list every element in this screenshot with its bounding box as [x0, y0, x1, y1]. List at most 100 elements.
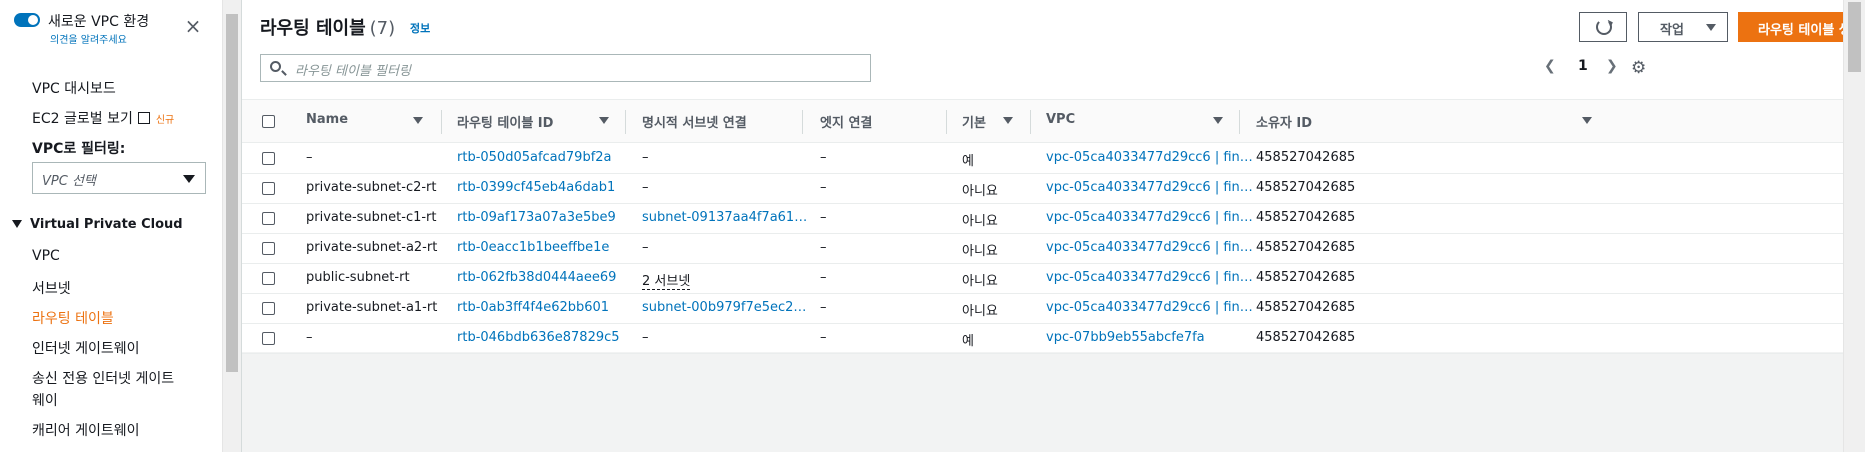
- cell-route-table-id[interactable]: rtb-0eacc1b1beeffbe1e: [457, 240, 609, 255]
- new-vpc-label: 새로운 VPC 환경: [48, 14, 150, 30]
- cell-route-table-id[interactable]: rtb-050d05afcad79bf2a: [457, 150, 612, 165]
- row-checkbox[interactable]: [262, 272, 275, 285]
- column-separator[interactable]: [802, 110, 803, 134]
- main-scrollbar[interactable]: [1843, 0, 1865, 452]
- cell-vpc[interactable]: vpc-05ca4033477d29cc6 | fin…: [1046, 150, 1253, 165]
- close-icon[interactable]: ×: [184, 16, 202, 36]
- row-checkbox[interactable]: [262, 182, 275, 195]
- sidebar-item-ec2-global[interactable]: EC2 글로벌 보기 신규: [32, 108, 174, 128]
- row-checkbox[interactable]: [262, 152, 275, 165]
- row-checkbox[interactable]: [262, 212, 275, 225]
- column-separator[interactable]: [441, 110, 442, 134]
- cell-vpc[interactable]: vpc-05ca4033477d29cc6 | fin…: [1046, 210, 1253, 225]
- caret-down-icon: [12, 220, 22, 228]
- scrollbar-thumb[interactable]: [226, 14, 238, 372]
- column-separator[interactable]: [625, 110, 626, 134]
- cell-vpc[interactable]: vpc-05ca4033477d29cc6 | fin…: [1046, 240, 1253, 255]
- sidebar-item-egress-only-gateways-cont[interactable]: 웨이: [32, 390, 58, 410]
- cell-route-table-id[interactable]: rtb-09af173a07a3e5be9: [457, 210, 616, 225]
- sidebar-item-internet-gateways[interactable]: 인터넷 게이트웨이: [32, 338, 140, 358]
- vpc-filter-label: VPC로 필터링:: [32, 141, 126, 157]
- cell-owner-id: 458527042685: [1256, 180, 1356, 195]
- cell-edge: –: [820, 180, 827, 195]
- cell-owner-id: 458527042685: [1256, 300, 1356, 315]
- table-row[interactable]: private-subnet-a1-rt rtb-0ab3ff4f4e62bb6…: [242, 294, 1843, 324]
- pagination-prev-icon[interactable]: ❮: [1544, 58, 1556, 74]
- cell-subnet-popover[interactable]: 2 서브넷: [642, 270, 691, 290]
- caret-down-icon: [183, 175, 195, 183]
- pagination-next-icon[interactable]: ❯: [1606, 58, 1618, 74]
- sidebar-item-vpc-dashboard[interactable]: VPC 대시보드: [32, 78, 116, 98]
- caret-down-icon: [1706, 24, 1716, 31]
- column-name[interactable]: Name: [306, 112, 348, 127]
- cell-owner-id: 458527042685: [1256, 240, 1356, 255]
- cell-route-table-id[interactable]: rtb-046bdb636e87829c5: [457, 330, 620, 345]
- sidebar-item-label: EC2 글로벌 보기: [32, 111, 133, 127]
- sort-icon[interactable]: [413, 117, 423, 124]
- sidebar-item-carrier-gateways[interactable]: 캐리어 게이트웨이: [32, 420, 140, 440]
- column-owner-id[interactable]: 소유자 ID: [1256, 112, 1312, 131]
- vpc-select-placeholder: VPC 선택: [42, 174, 96, 189]
- filter-input[interactable]: 라우팅 테이블 필터링: [260, 54, 871, 82]
- cell-main: 아니요: [962, 304, 998, 319]
- cell-subnet[interactable]: subnet-09137aa4f7a61…: [642, 210, 807, 225]
- row-checkbox[interactable]: [262, 242, 275, 255]
- sort-icon[interactable]: [1213, 117, 1223, 124]
- cell-vpc[interactable]: vpc-05ca4033477d29cc6 | fin…: [1046, 270, 1253, 285]
- cell-vpc[interactable]: vpc-05ca4033477d29cc6 | fin…: [1046, 180, 1253, 195]
- column-explicit-subnet[interactable]: 명시적 서브넷 연결: [642, 112, 747, 131]
- gear-icon[interactable]: ⚙: [1631, 58, 1646, 78]
- actions-button[interactable]: 작업: [1638, 12, 1728, 42]
- cell-vpc[interactable]: vpc-05ca4033477d29cc6 | fin…: [1046, 300, 1253, 315]
- refresh-button[interactable]: [1579, 12, 1627, 42]
- main-content: 라우팅 테이블 (7) 정보 작업 라우팅 테이블 생성 라우팅 테이블 필터링 …: [242, 0, 1865, 452]
- sort-icon[interactable]: [1582, 117, 1592, 124]
- table-row[interactable]: public-subnet-rt rtb-062fb38d0444aee69 2…: [242, 264, 1843, 294]
- select-all-checkbox[interactable]: [262, 115, 275, 128]
- sort-icon[interactable]: [599, 117, 609, 124]
- table-row[interactable]: – rtb-050d05afcad79bf2a – – 예 vpc-05ca40…: [242, 144, 1843, 174]
- column-route-table-id[interactable]: 라우팅 테이블 ID: [457, 112, 553, 131]
- sidebar-item-egress-only-gateways[interactable]: 송신 전용 인터넷 게이트: [32, 368, 174, 388]
- section-vpc-toggle[interactable]: Virtual Private Cloud: [12, 217, 183, 232]
- scrollbar-thumb[interactable]: [1848, 2, 1861, 72]
- pagination-current-page[interactable]: 1: [1578, 58, 1588, 74]
- feedback-link[interactable]: 의견을 알려주세요: [50, 31, 127, 46]
- sidebar-scrollbar[interactable]: [222, 0, 241, 452]
- table-row[interactable]: private-subnet-c1-rt rtb-09af173a07a3e5b…: [242, 204, 1843, 234]
- table-row[interactable]: – rtb-046bdb636e87829c5 – – 예 vpc-07bb9e…: [242, 324, 1843, 354]
- cell-subnet: –: [642, 240, 649, 255]
- sidebar-item-route-tables[interactable]: 라우팅 테이블: [32, 308, 114, 328]
- cell-owner-id: 458527042685: [1256, 150, 1356, 165]
- column-separator[interactable]: [1030, 110, 1031, 134]
- column-main[interactable]: 기본: [962, 112, 986, 131]
- title-count: (7): [369, 18, 396, 39]
- row-checkbox[interactable]: [262, 332, 275, 345]
- table-header: Name 라우팅 테이블 ID 명시적 서브넷 연결 엣지 연결 기본 VPC …: [242, 99, 1843, 143]
- cell-vpc[interactable]: vpc-07bb9eb55abcfe7fa: [1046, 330, 1205, 345]
- cell-subnet[interactable]: subnet-00b979f7e5ec2…: [642, 300, 806, 315]
- cell-owner-id: 458527042685: [1256, 330, 1356, 345]
- cell-edge: –: [820, 210, 827, 225]
- vpc-select[interactable]: VPC 선택: [32, 162, 206, 194]
- table-row[interactable]: private-subnet-a2-rt rtb-0eacc1b1beeffbe…: [242, 234, 1843, 264]
- filter-placeholder: 라우팅 테이블 필터링: [295, 64, 411, 79]
- column-separator[interactable]: [1239, 110, 1240, 134]
- cell-route-table-id[interactable]: rtb-0ab3ff4f4e62bb601: [457, 300, 609, 315]
- table-row[interactable]: private-subnet-c2-rt rtb-0399cf45eb4a6da…: [242, 174, 1843, 204]
- info-link[interactable]: 정보: [410, 20, 430, 36]
- cell-route-table-id[interactable]: rtb-0399cf45eb4a6dab1: [457, 180, 615, 195]
- cell-route-table-id[interactable]: rtb-062fb38d0444aee69: [457, 270, 616, 285]
- cell-name: private-subnet-a1-rt: [306, 300, 438, 315]
- column-separator[interactable]: [946, 110, 947, 134]
- column-edge[interactable]: 엣지 연결: [820, 112, 872, 131]
- row-checkbox[interactable]: [262, 302, 275, 315]
- column-vpc[interactable]: VPC: [1046, 112, 1075, 127]
- sort-icon[interactable]: [1003, 117, 1013, 124]
- sidebar-item-vpc[interactable]: VPC: [32, 248, 60, 264]
- cell-main: 아니요: [962, 274, 998, 289]
- cell-main: 예: [962, 334, 974, 349]
- sidebar-item-subnets[interactable]: 서브넷: [32, 278, 71, 298]
- cell-main: 예: [962, 154, 974, 169]
- new-vpc-toggle[interactable]: [14, 13, 40, 27]
